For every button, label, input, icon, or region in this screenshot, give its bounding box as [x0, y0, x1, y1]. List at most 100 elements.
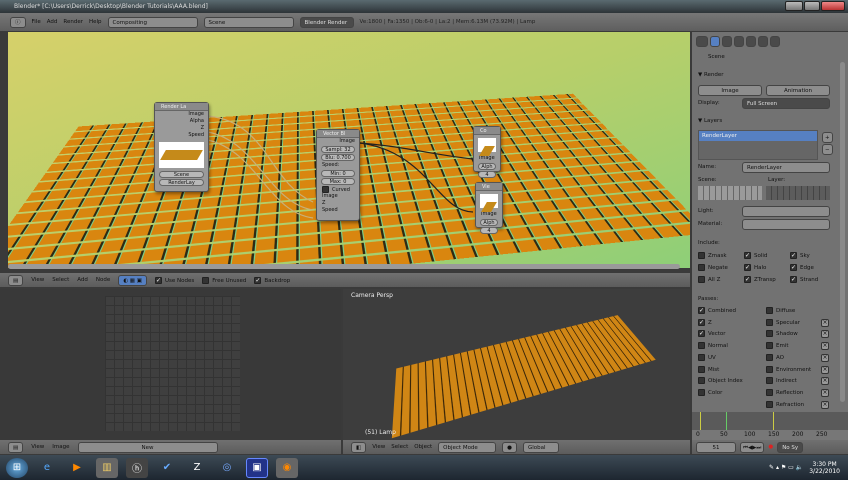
exclude-pass-toggle[interactable]: × — [821, 377, 829, 385]
pass-mist-checkbox[interactable]: Mist — [698, 366, 719, 373]
editor-type-button[interactable]: ▤ — [8, 442, 23, 453]
node-editor[interactable]: Render La Image Alpha Z Speed Scene Rend… — [8, 32, 690, 268]
include-zmask-checkbox[interactable]: Zmask — [698, 252, 727, 259]
render-engine-select[interactable]: Blender Render — [300, 17, 354, 28]
render-image-button[interactable]: Image — [698, 85, 762, 96]
tab-data[interactable] — [770, 36, 780, 47]
list-item[interactable]: RenderLayer — [699, 131, 817, 141]
app-icon[interactable]: ◎ — [216, 458, 238, 478]
pass-vector-checkbox[interactable]: ✓ Vector — [698, 330, 726, 337]
menu-select[interactable]: Select — [391, 444, 408, 450]
hp-icon[interactable]: ⓗ — [126, 458, 148, 478]
menu-file[interactable]: File — [32, 19, 41, 25]
include-negate-checkbox[interactable]: Negate — [698, 264, 728, 271]
editor-type-button[interactable] — [696, 36, 708, 47]
menu-render[interactable]: Render — [63, 19, 83, 25]
socket-speed[interactable]: Speed — [155, 132, 208, 139]
free-unused-checkbox[interactable]: Free Unused — [202, 277, 246, 284]
node-scene-select[interactable]: Scene — [159, 171, 204, 178]
samples-field[interactable]: Sampl: 32 — [321, 146, 355, 153]
z-field[interactable]: 4 — [480, 227, 498, 234]
pass-specular-checkbox[interactable]: Specular — [766, 319, 800, 326]
composite-node[interactable]: Co Image Alph 4 — [473, 126, 501, 172]
start-button[interactable]: ⊞ — [6, 458, 28, 478]
tab-scene[interactable] — [722, 36, 732, 47]
pass-z-checkbox[interactable]: ✓ Z — [698, 319, 712, 326]
menu-select[interactable]: Select — [52, 277, 69, 283]
menu-view[interactable]: View — [31, 444, 44, 450]
menu-image[interactable]: Image — [52, 444, 69, 450]
pass-combined-checkbox[interactable]: ✓ Combined — [698, 307, 736, 314]
layers-panel-header[interactable]: ▼ Layers — [698, 118, 722, 124]
light-field[interactable] — [742, 206, 830, 217]
max-field[interactable]: Max: 0 — [321, 178, 355, 185]
menu-node[interactable]: Node — [96, 277, 110, 283]
alpha-field[interactable]: Alph — [480, 219, 498, 226]
horizontal-scrollbar[interactable] — [8, 264, 680, 269]
socket-image[interactable]: Image — [155, 111, 208, 118]
add-layer-button[interactable]: + — [822, 132, 833, 143]
record-button[interactable]: ● — [768, 444, 773, 450]
socket-image-out[interactable]: Image — [317, 138, 359, 145]
menu-help[interactable]: Help — [89, 19, 102, 25]
include-halo-checkbox[interactable]: ✓ Halo — [744, 264, 766, 271]
screen-selector[interactable]: Compositing — [108, 17, 198, 28]
exclude-pass-toggle[interactable]: × — [821, 330, 829, 338]
media-player-icon[interactable]: ▶ — [66, 458, 88, 478]
blender-icon[interactable]: ◉ — [276, 458, 298, 478]
sync-select[interactable]: No Sy — [777, 442, 803, 453]
orientation-select[interactable]: Global — [523, 442, 559, 453]
render-panel-header[interactable]: ▼ Render — [698, 72, 724, 78]
render-layers-node[interactable]: Render La Image Alpha Z Speed Scene Rend… — [154, 102, 209, 192]
tab-constraints[interactable] — [758, 36, 768, 47]
remove-layer-button[interactable]: − — [822, 144, 833, 155]
material-field[interactable] — [742, 219, 830, 230]
menu-add[interactable]: Add — [77, 277, 88, 283]
pass-indirect-checkbox[interactable]: Indirect — [766, 377, 797, 384]
pass-uv-checkbox[interactable]: UV — [698, 354, 716, 361]
blur-field[interactable]: Blu: 0.700 — [321, 154, 355, 161]
alpha-field[interactable]: Alph — [478, 163, 496, 170]
minimize-button[interactable] — [785, 1, 803, 11]
menu-view[interactable]: View — [31, 277, 44, 283]
include-all-z-checkbox[interactable]: All Z — [698, 276, 720, 283]
display-select[interactable]: Full Screen — [742, 98, 830, 109]
backdrop-checkbox[interactable]: ✓ Backdrop — [254, 277, 290, 284]
new-image-button[interactable]: New — [78, 442, 218, 453]
layer-name-field[interactable]: RenderLayer — [742, 162, 830, 173]
clock[interactable]: 3:30 PM 3/22/2010 — [809, 461, 840, 475]
exclude-pass-toggle[interactable]: × — [821, 401, 829, 409]
shading-select[interactable]: ● — [502, 442, 517, 453]
socket-alpha[interactable]: Alpha — [155, 118, 208, 125]
editor-type-button[interactable]: ▤ — [8, 275, 23, 286]
tab-world[interactable] — [734, 36, 744, 47]
tab-object[interactable] — [746, 36, 756, 47]
exclude-pass-toggle[interactable]: × — [821, 366, 829, 374]
use-nodes-checkbox[interactable]: ✓ Use Nodes — [155, 277, 194, 284]
pass-environment-checkbox[interactable]: Environment — [766, 366, 811, 373]
render-layers-list[interactable]: RenderLayer — [698, 130, 818, 160]
curved-checkbox[interactable]: Curved — [317, 186, 359, 193]
tab-render[interactable] — [710, 36, 720, 47]
include-ztransp-checkbox[interactable]: ✓ ZTransp — [744, 276, 776, 283]
menu-object[interactable]: Object — [414, 444, 432, 450]
pass-normal-checkbox[interactable]: Normal — [698, 342, 728, 349]
tray-icons[interactable]: ✎ ▴ ⚑ ▭ 🔈 — [769, 464, 803, 471]
render-animation-button[interactable]: Animation — [766, 85, 830, 96]
checkmark-app-icon[interactable]: ✔ — [156, 458, 178, 478]
timeline[interactable]: 0 50 100 150 200 250 — [692, 412, 848, 440]
zbrush-icon[interactable]: Z — [186, 458, 208, 478]
properties-scrollbar[interactable] — [840, 62, 845, 402]
editor-type-button[interactable]: ◧ — [351, 442, 366, 453]
include-solid-checkbox[interactable]: ✓ Solid — [744, 252, 767, 259]
viewer-node[interactable]: Vie Image Alph 4 — [475, 182, 503, 228]
3d-viewport[interactable]: Camera Persp (51) Lamp — [343, 289, 690, 440]
z-field[interactable]: 4 — [478, 171, 496, 178]
pass-color-checkbox[interactable]: Color — [698, 389, 722, 396]
min-field[interactable]: Min: 0 — [321, 170, 355, 177]
exclude-pass-toggle[interactable]: × — [821, 354, 829, 362]
include-strand-checkbox[interactable]: ✓ Strand — [790, 276, 818, 283]
exclude-pass-toggle[interactable]: × — [821, 389, 829, 397]
exclude-pass-toggle[interactable]: × — [821, 342, 829, 350]
socket-z[interactable]: Z — [155, 125, 208, 132]
